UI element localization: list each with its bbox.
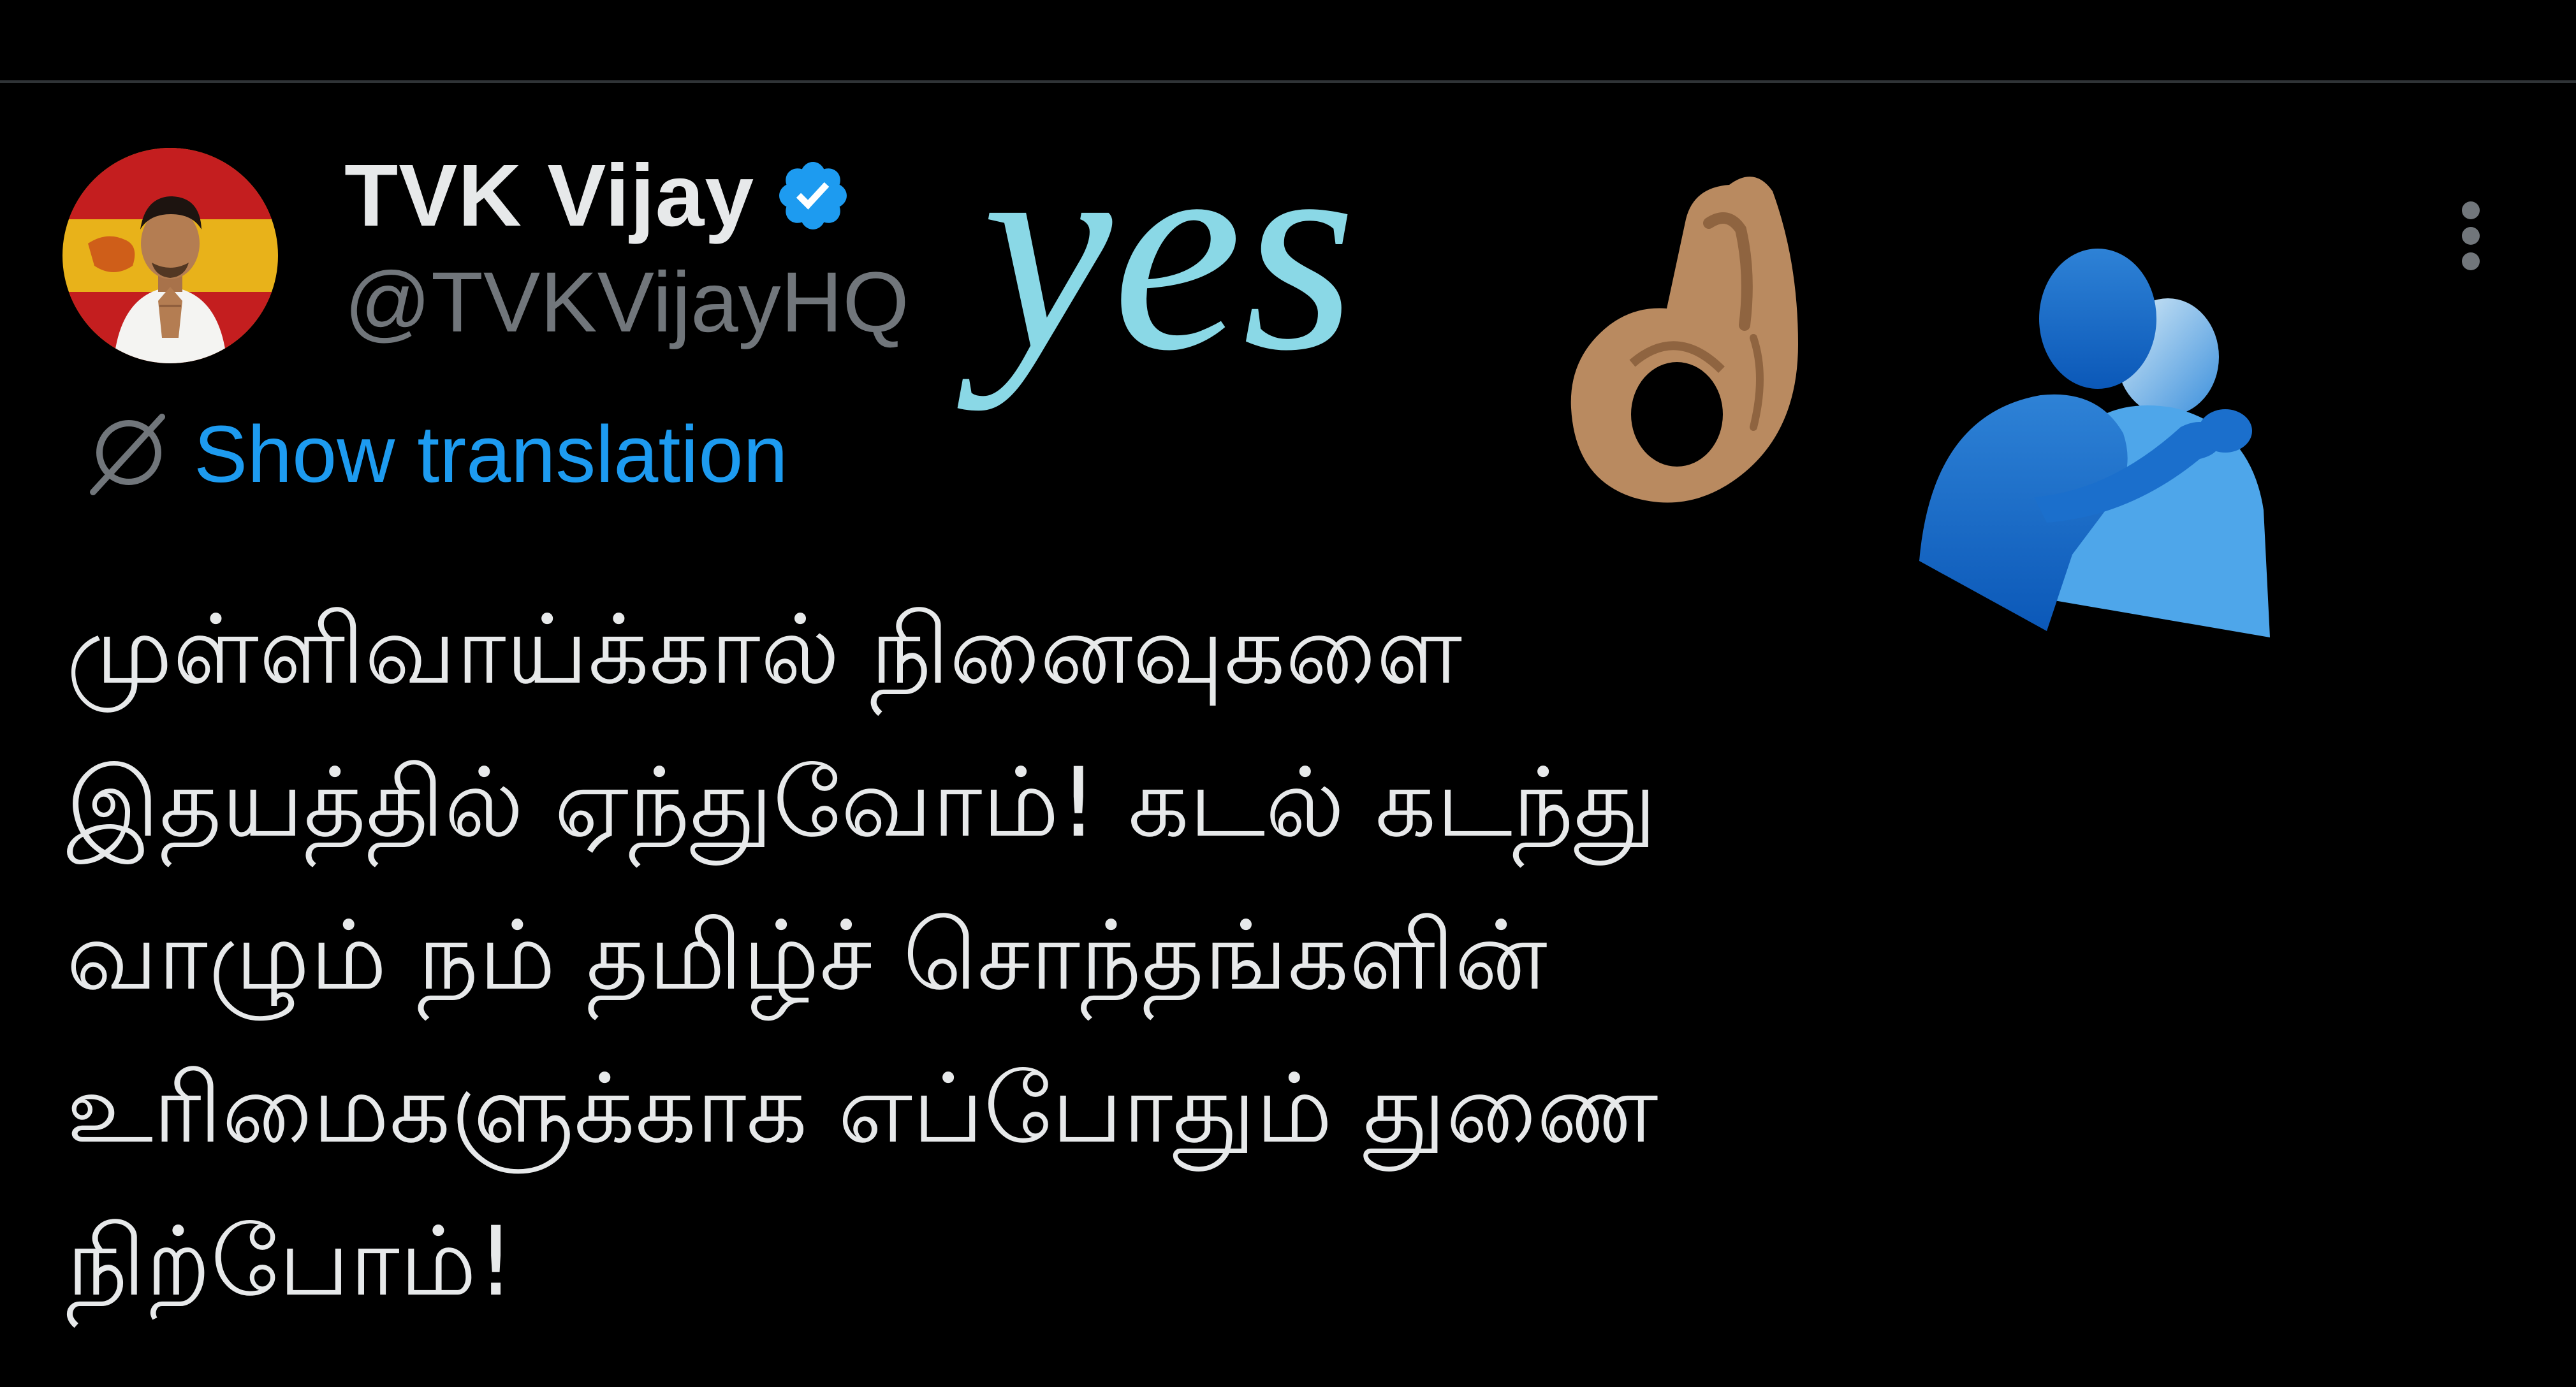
tweet-text: முள்ளிவாய்க்கால் நினைவுகளை இதயத்தில் ஏந்…	[66, 595, 1658, 1318]
translate-globe-icon	[90, 414, 165, 495]
yes-sticker: yes	[982, 86, 1357, 411]
top-divider	[0, 80, 2576, 83]
show-translation-link[interactable]: Show translation	[83, 403, 788, 505]
tweet-screen: TVK Vijay @TVKVijayHQ Show translation ம…	[0, 0, 2576, 1387]
ok-hand-icon	[1562, 147, 1843, 542]
user-handle[interactable]: @TVKVijayHQ	[344, 254, 909, 351]
people-hugging-icon	[1906, 242, 2289, 663]
profile-avatar[interactable]	[62, 148, 278, 363]
show-translation-label: Show translation	[194, 409, 788, 499]
display-name[interactable]: TVK Vijay	[344, 145, 754, 247]
more-vertical-icon[interactable]	[2442, 191, 2499, 287]
verified-badge-icon	[779, 162, 847, 229]
avatar-image	[62, 148, 278, 363]
display-name-row: TVK Vijay	[344, 142, 853, 250]
